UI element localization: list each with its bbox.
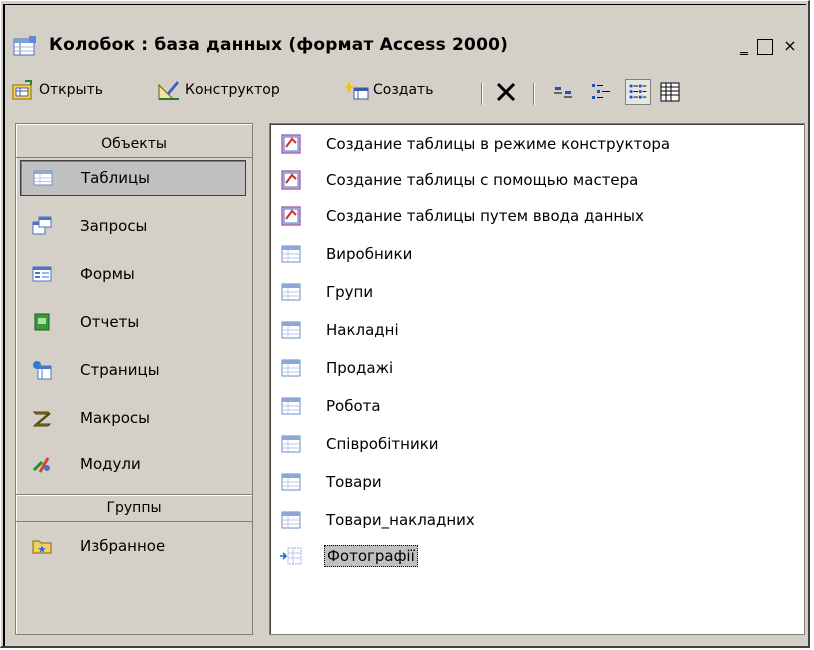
wizard-icon xyxy=(281,206,301,226)
list-item[interactable]: Создание таблицы в режиме конструктора xyxy=(280,130,672,158)
minimize-button[interactable]: _ xyxy=(733,36,755,56)
open-label: Открыть xyxy=(39,82,103,98)
maximize-button[interactable] xyxy=(757,39,773,55)
table-icon xyxy=(281,397,301,415)
sidebar-item-label: Формы xyxy=(80,265,135,283)
objects-bar: Объекты Таблицы Запросы Формы Отчеты Стр… xyxy=(15,123,253,635)
list-item[interactable]: Групи xyxy=(280,278,375,306)
wizard-icon xyxy=(281,170,301,190)
list-item[interactable]: Товари xyxy=(280,468,384,496)
page-icon xyxy=(33,361,52,380)
report-icon xyxy=(34,313,50,331)
sidebar-item-macros[interactable]: Макросы xyxy=(20,400,246,436)
list-item-label: Создание таблицы путем ввода данных xyxy=(326,207,644,225)
table-icon xyxy=(281,473,301,491)
database-icon xyxy=(13,36,36,56)
sidebar-item-modules[interactable]: Модули xyxy=(20,446,246,482)
title-bar[interactable]: Колобок : база данных (формат Access 200… xyxy=(13,31,803,63)
table-icon xyxy=(281,435,301,453)
table-icon xyxy=(281,321,301,339)
header-divider xyxy=(16,157,252,158)
module-icon xyxy=(32,457,50,473)
delete-icon[interactable] xyxy=(493,79,519,105)
window-title: Колобок : база данных (формат Access 200… xyxy=(49,35,509,55)
wizard-icon xyxy=(281,134,301,154)
sidebar-item-reports[interactable]: Отчеты xyxy=(20,304,246,340)
open-button[interactable]: Открыть xyxy=(11,79,103,101)
design-ruler-icon xyxy=(158,81,179,100)
sidebar-item-label: Страницы xyxy=(80,361,160,379)
list-item-label: Товари_накладних xyxy=(326,511,475,529)
close-button[interactable]: × xyxy=(779,36,801,56)
list-item[interactable]: Продажі xyxy=(280,354,395,382)
objects-header[interactable]: Объекты xyxy=(16,132,252,156)
list-item-label: Продажі xyxy=(326,359,394,377)
table-icon xyxy=(281,359,301,377)
table-icon xyxy=(33,170,53,186)
details-view-icon[interactable] xyxy=(657,79,683,105)
sidebar-item-tables[interactable]: Таблицы xyxy=(20,160,246,196)
toolbar-separator xyxy=(481,83,483,105)
table-icon xyxy=(281,511,301,529)
form-icon xyxy=(32,266,52,282)
table-icon xyxy=(281,283,301,301)
panel-area: Объекты Таблицы Запросы Формы Отчеты Стр… xyxy=(15,123,805,637)
sidebar-item-label: Макросы xyxy=(80,409,150,427)
list-item[interactable]: Співробітники xyxy=(280,430,441,458)
query-icon xyxy=(32,216,52,235)
macro-icon xyxy=(32,411,52,427)
sidebar-item-label: Модули xyxy=(80,455,141,473)
small-icons-view-icon[interactable] xyxy=(589,79,615,105)
list-item-label: Товари xyxy=(326,473,382,491)
sidebar-item-pages[interactable]: Страницы xyxy=(20,352,246,388)
toolbar-separator xyxy=(533,83,535,105)
sidebar-item-forms[interactable]: Формы xyxy=(20,256,246,292)
create-button[interactable]: Создать xyxy=(345,79,433,101)
groups-header[interactable]: Группы xyxy=(16,496,252,520)
database-window: Колобок : база данных (формат Access 200… xyxy=(0,0,810,648)
list-item[interactable]: Товари_накладних xyxy=(280,506,477,534)
list-item[interactable]: Виробники xyxy=(280,240,414,268)
list-item-label: Создание таблицы в режиме конструктора xyxy=(326,135,671,153)
sidebar-item-label: Запросы xyxy=(80,217,148,235)
list-item-label: Накладні xyxy=(326,321,399,339)
large-icons-view-icon[interactable] xyxy=(551,79,577,105)
create-sparkle-icon xyxy=(345,81,369,100)
open-icon xyxy=(12,80,32,100)
list-item-label: Создание таблицы с помощью мастера xyxy=(326,171,639,189)
design-button[interactable]: Конструктор xyxy=(157,79,280,101)
list-item-label: Виробники xyxy=(326,245,413,263)
design-label: Конструктор xyxy=(185,82,280,98)
groups-header-divider xyxy=(16,521,252,522)
sidebar-item-queries[interactable]: Запросы xyxy=(20,208,246,244)
list-item-label: Робота xyxy=(326,397,381,415)
sidebar-item-label: Отчеты xyxy=(80,313,140,331)
frame-left-line xyxy=(3,4,5,646)
list-item-label: Співробітники xyxy=(326,435,439,453)
toolbar: Открыть Конструктор Создать xyxy=(11,75,801,109)
favorites-folder-icon xyxy=(32,540,52,554)
list-item-selected[interactable]: Фотографії xyxy=(280,542,418,570)
linked-table-icon xyxy=(280,547,302,565)
sidebar-group-favorites[interactable]: Избранное xyxy=(20,528,246,564)
create-label: Создать xyxy=(373,82,434,98)
list-item[interactable]: Создание таблицы путем ввода данных xyxy=(280,202,646,230)
list-item[interactable]: Накладні xyxy=(280,316,401,344)
list-item[interactable]: Робота xyxy=(280,392,383,420)
object-list: Создание таблицы в режиме конструктора С… xyxy=(269,123,805,635)
sidebar-item-label: Избранное xyxy=(80,537,166,555)
list-item-label: Фотографії xyxy=(324,545,418,567)
list-view-icon[interactable] xyxy=(625,79,651,105)
frame-top-line xyxy=(3,4,806,5)
list-item-label: Групи xyxy=(326,283,374,301)
sidebar-item-label: Таблицы xyxy=(81,169,150,187)
table-icon xyxy=(281,245,301,263)
list-item[interactable]: Создание таблицы с помощью мастера xyxy=(280,166,640,194)
